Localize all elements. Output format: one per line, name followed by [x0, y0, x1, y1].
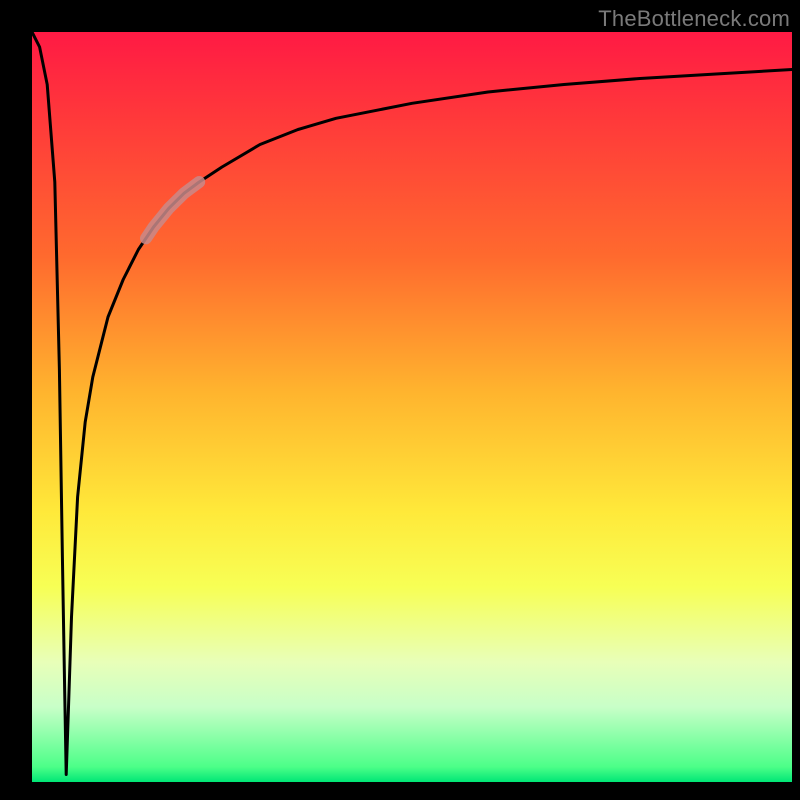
watermark-text: TheBottleneck.com	[598, 6, 790, 32]
highlight-segment	[146, 182, 199, 238]
chart-svg	[32, 32, 792, 782]
bottleneck-curve	[32, 32, 792, 775]
chart-frame: TheBottleneck.com	[0, 0, 800, 800]
chart-plot-area	[32, 32, 792, 782]
